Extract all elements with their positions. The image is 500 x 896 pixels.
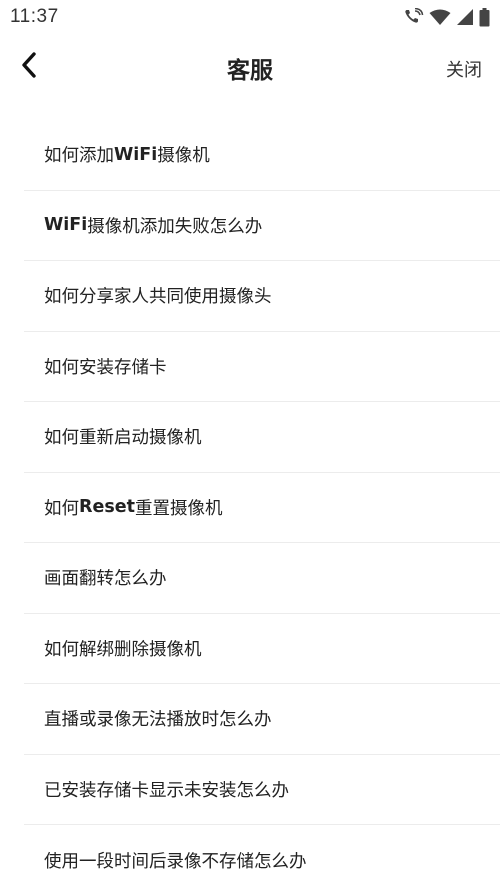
faq-list: 如何添加 WiFi 摄像机 WiFi 摄像机添加失败怎么办 如何分享家人共同使用摄像头 如何… [0,120,500,896]
status-bar: 11:37 [0,0,500,34]
faq-item[interactable]: 如何安装存储卡 [24,332,500,402]
faq-item[interactable]: 如何添加 WiFi 摄像机 [24,120,500,191]
faq-item-text-post: 摄像机 [157,146,210,167]
faq-item-text-pre: 如何安装存储卡 [44,357,167,378]
faq-item-text-pre: 如何添加 [44,146,114,167]
cellular-signal-icon [456,8,474,26]
header: 客服 关闭 [0,34,500,100]
faq-item[interactable]: 如何解绑删除摄像机 [24,614,500,684]
faq-item-text-pre: 如何重新启动摄像机 [44,428,202,449]
status-icons [404,7,490,27]
status-time: 11:37 [10,6,59,27]
faq-item-text-pre: 使用一段时间后录像不存储怎么办 [44,851,307,872]
faq-item[interactable]: 使用一段时间后录像不存储怎么办 [24,825,500,896]
faq-item-text-pre: 已安装存储卡显示未安装怎么办 [44,780,289,801]
faq-item[interactable]: 如何 Reset 重置摄像机 [24,473,500,543]
page-title: 客服 [227,58,273,84]
faq-item[interactable]: 如何重新启动摄像机 [24,402,500,473]
faq-item-text-pre: 如何分享家人共同使用摄像头 [44,287,272,308]
battery-icon [479,7,490,27]
faq-item[interactable]: 画面翻转怎么办 [24,543,500,614]
faq-item-text-pre: 如何解绑删除摄像机 [44,639,202,660]
faq-item-text-bold: WiFi [44,215,88,236]
faq-item[interactable]: 直播或录像无法播放时怎么办 [24,684,500,755]
faq-item-text-pre: 直播或录像无法播放时怎么办 [44,710,272,731]
faq-item-text-pre: 如何 [44,498,79,519]
faq-item[interactable]: 如何分享家人共同使用摄像头 [24,261,500,332]
faq-item-text-bold: Reset [79,497,135,518]
faq-item[interactable]: 已安装存储卡显示未安装怎么办 [24,755,500,825]
faq-item-text-post: 摄像机添加失败怎么办 [87,216,263,237]
faq-item[interactable]: WiFi 摄像机添加失败怎么办 [24,191,500,261]
faq-item-text-post: 重置摄像机 [135,498,223,519]
faq-item-text-bold: WiFi [114,144,158,165]
close-button[interactable]: 关闭 [446,56,482,82]
wifi-call-icon [404,8,424,26]
faq-item-text-pre: 画面翻转怎么办 [44,569,167,590]
wifi-signal-icon [429,9,451,26]
